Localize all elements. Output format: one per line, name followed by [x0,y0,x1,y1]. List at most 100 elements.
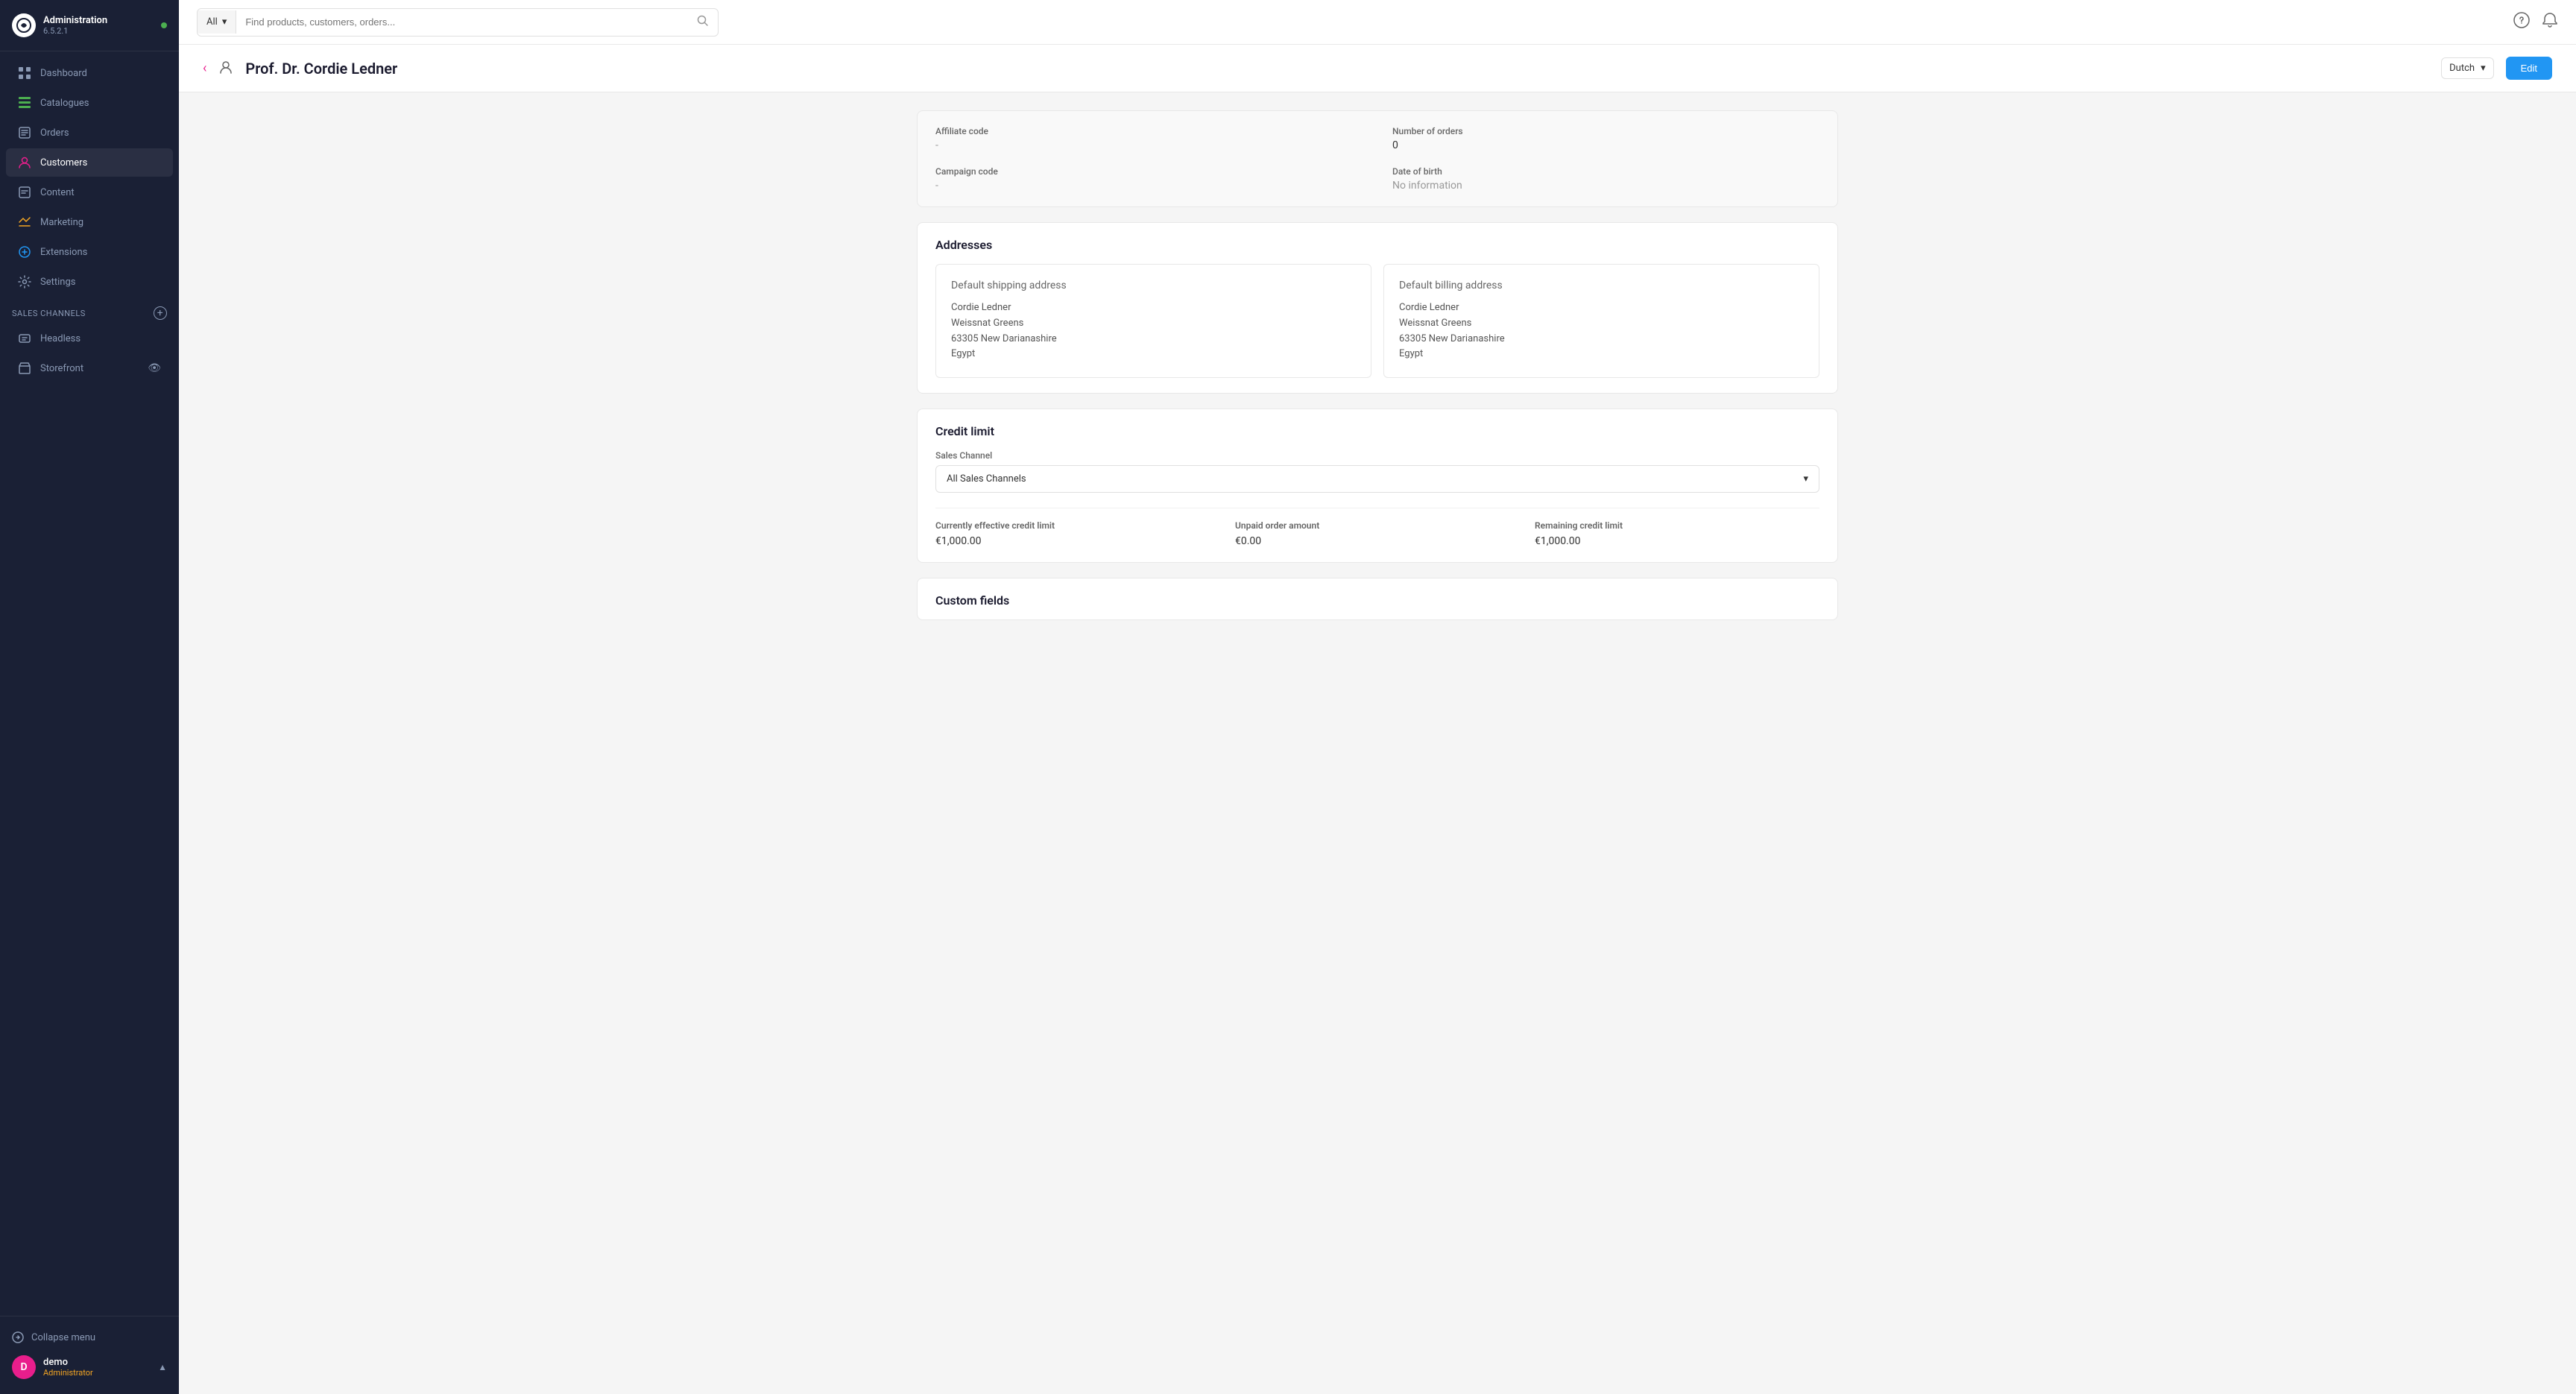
unpaid-order-stat: Unpaid order amount €0.00 [1235,520,1520,547]
search-container: All ▾ [197,8,719,37]
sales-channel-chevron-icon: ▾ [1803,473,1808,485]
affiliate-code-value: - [935,139,1363,151]
dashboard-icon [18,66,31,80]
page-content: ‹ Prof. Dr. Cordie Ledner Dutch ▾ Edit A… [179,45,2576,1394]
logo-text: Administration 6.5.2.1 [43,15,107,36]
sidebar-footer: Collapse menu D demo Administrator ▲ [0,1316,179,1394]
status-dot [161,22,167,28]
content-icon [18,186,31,199]
sidebar-item-extensions-label: Extensions [40,247,87,258]
credit-limit-header: Credit limit [918,409,1837,450]
user-chevron-icon: ▲ [158,1362,167,1372]
edit-button[interactable]: Edit [2506,57,2552,80]
search-icon[interactable] [688,9,718,36]
campaign-code-value: - [935,180,1363,192]
search-type-label: All [206,16,218,28]
orders-icon [18,126,31,139]
search-type-dropdown[interactable]: All ▾ [198,10,236,34]
app-title: Administration [43,15,107,26]
custom-fields-card: Custom fields [917,578,1838,620]
sidebar-item-orders-label: Orders [40,127,69,139]
unpaid-order-label: Unpaid order amount [1235,520,1520,531]
date-of-birth-value: No information [1392,180,1819,192]
campaign-code-label: Campaign code [935,166,1363,177]
main-content: All ▾ ‹ Prof. Dr. Cordie Ledner [179,0,2576,1394]
billing-address-card: Default billing address Cordie Ledner We… [1383,264,1819,378]
sidebar-item-content[interactable]: Content [6,178,173,206]
user-role: Administrator [43,1368,151,1378]
date-of-birth-field: Date of birth No information [1392,166,1819,192]
effective-credit-label: Currently effective credit limit [935,520,1220,531]
user-menu[interactable]: D demo Administrator ▲ [12,1349,167,1385]
affiliate-code-field: Affiliate code - [935,126,1363,151]
sidebar-item-headless[interactable]: Headless [6,324,173,353]
sidebar-item-orders[interactable]: Orders [6,119,173,147]
customer-info-grid: Affiliate code - Number of orders 0 Camp… [935,126,1819,192]
search-input[interactable] [236,10,688,34]
language-selector[interactable]: Dutch ▾ [2441,57,2493,79]
sidebar-item-storefront[interactable]: Storefront 👁 [6,354,173,382]
campaign-code-field: Campaign code - [935,166,1363,192]
remaining-credit-label: Remaining credit limit [1535,520,1819,531]
sidebar-item-content-label: Content [40,187,75,198]
billing-address-street: Weissnat Greens [1399,316,1804,332]
sales-channel-label: Sales Channel [935,450,1819,461]
customers-icon [18,156,31,169]
notifications-icon[interactable] [2542,12,2558,32]
sidebar-item-dashboard-label: Dashboard [40,68,87,79]
sidebar-item-customers[interactable]: Customers [6,148,173,177]
unpaid-order-value: €0.00 [1235,535,1520,547]
customer-profile-icon[interactable] [218,60,233,78]
sidebar: Administration 6.5.2.1 Dashboard Catalog… [0,0,179,1394]
date-of-birth-label: Date of birth [1392,166,1819,177]
language-chevron-icon: ▾ [2481,63,2486,74]
sales-channel-select[interactable]: All Sales Channels ▾ [935,465,1819,493]
topbar: All ▾ [179,0,2576,45]
shipping-address-country: Egypt [951,347,1356,362]
shipping-address-card: Default shipping address Cordie Ledner W… [935,264,1371,378]
billing-address-city: 63305 New Darianashire [1399,332,1804,347]
sales-channel-value: All Sales Channels [947,473,1026,485]
addresses-body: Default shipping address Cordie Ledner W… [918,264,1837,393]
credit-limit-body: Sales Channel All Sales Channels ▾ Curre… [918,450,1837,562]
add-sales-channel-button[interactable]: + [154,306,167,320]
help-icon[interactable] [2513,12,2530,32]
storefront-eye-icon: 👁 [148,362,161,374]
custom-fields-header: Custom fields [918,578,1837,619]
billing-address-country: Egypt [1399,347,1804,362]
language-label: Dutch [2449,63,2475,74]
back-button[interactable]: ‹ [203,60,206,76]
credit-stats-grid: Currently effective credit limit €1,000.… [935,508,1819,547]
extensions-icon [18,245,31,259]
shipping-address-name: Cordie Ledner [951,300,1356,316]
sidebar-item-catalogues-label: Catalogues [40,98,89,109]
sidebar-item-catalogues[interactable]: Catalogues [6,89,173,117]
topbar-actions [2513,12,2558,32]
sidebar-item-marketing[interactable]: Marketing [6,208,173,236]
app-logo-icon [12,13,36,37]
customer-info-card: Affiliate code - Number of orders 0 Camp… [917,110,1838,207]
billing-address-name: Cordie Ledner [1399,300,1804,316]
marketing-icon [18,215,31,229]
remaining-credit-stat: Remaining credit limit €1,000.00 [1535,520,1819,547]
page-title: Prof. Dr. Cordie Ledner [245,60,2429,78]
search-type-chevron-icon: ▾ [222,16,227,28]
headless-icon [18,332,31,345]
catalogues-icon [18,96,31,110]
settings-icon [18,275,31,288]
sidebar-item-settings-label: Settings [40,277,75,288]
sidebar-item-dashboard[interactable]: Dashboard [6,59,173,87]
sidebar-item-extensions[interactable]: Extensions [6,238,173,266]
collapse-menu-label: Collapse menu [31,1332,95,1343]
number-of-orders-value: 0 [1392,139,1819,151]
addresses-grid: Default shipping address Cordie Ledner W… [935,264,1819,378]
addresses-card: Addresses Default shipping address Cordi… [917,222,1838,394]
shipping-address-street: Weissnat Greens [951,316,1356,332]
number-of-orders-field: Number of orders 0 [1392,126,1819,151]
shipping-address-title: Default shipping address [951,280,1356,291]
sidebar-logo: Administration 6.5.2.1 [0,0,179,51]
sidebar-nav: Dashboard Catalogues Orders Customers Co… [0,51,179,1316]
sidebar-item-settings[interactable]: Settings [6,268,173,296]
collapse-menu-button[interactable]: Collapse menu [12,1325,167,1349]
user-info: demo Administrator [43,1357,151,1378]
